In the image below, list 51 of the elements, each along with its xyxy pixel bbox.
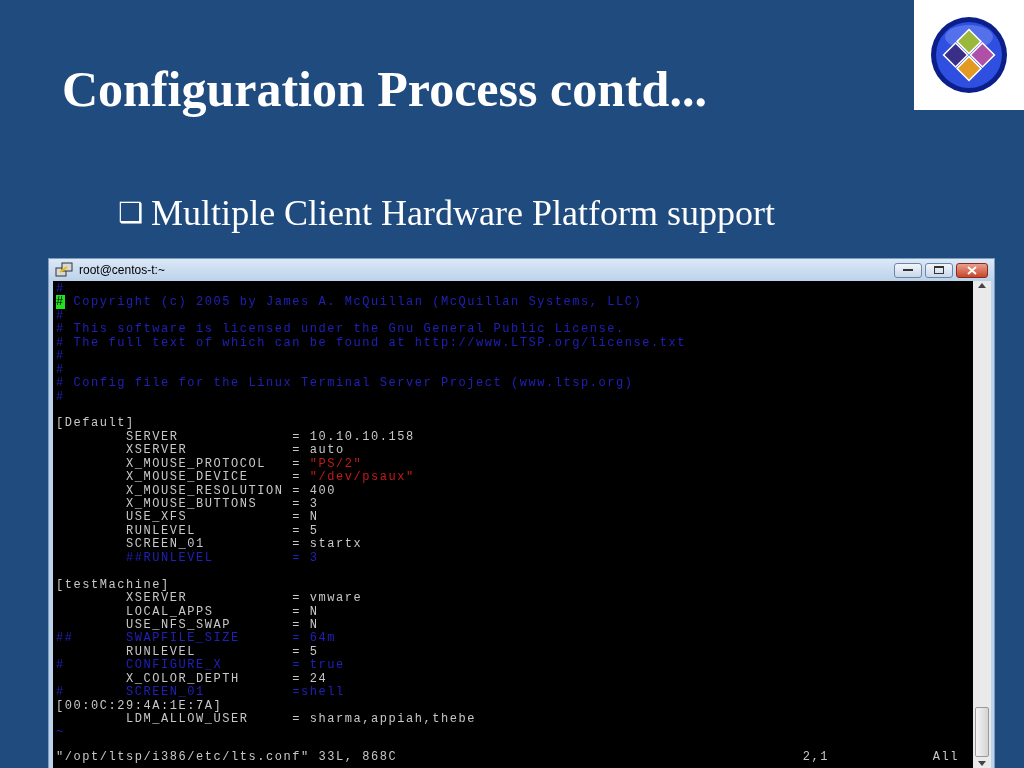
logo-icon	[929, 15, 1009, 95]
code-line: RUNLEVEL = 5	[125, 645, 320, 659]
code-line: #	[56, 309, 66, 323]
code-line: # CONFIGURE_X = true	[56, 659, 346, 673]
terminal-icon	[55, 262, 73, 278]
code-line: ## SWAPFILE_SIZE = 64m	[56, 632, 338, 646]
code-line: # The full text of which can be found at http://www.LTSP.org/license.txt	[56, 336, 688, 350]
close-button[interactable]	[956, 262, 988, 278]
code-line: #	[56, 283, 66, 296]
code-line: #	[56, 363, 66, 377]
code-line: [Default]	[56, 417, 136, 431]
window-title: root@centos-t:~	[79, 262, 165, 279]
code-line: X_MOUSE_PROTOCOL = "PS/2"	[125, 457, 364, 471]
code-line: RUNLEVEL = 5	[125, 524, 320, 538]
scroll-thumb[interactable]	[975, 707, 989, 757]
code-line: [testMachine]	[56, 578, 171, 592]
minimize-button[interactable]	[894, 262, 922, 278]
code-line: XSERVER = auto	[125, 444, 346, 458]
code-line: # Config file for the Linux Terminal Server Project (www.ltsp.org)	[56, 377, 635, 391]
code-line: USE_NFS_SWAP = N	[125, 618, 320, 632]
maximize-button[interactable]	[925, 262, 953, 278]
code-line: LOCAL_APPS = N	[125, 605, 320, 619]
code-line: # Copyright (c) 2005 by James A. McQuillan (McQuillan Systems, LLC)	[56, 296, 644, 310]
code-line: ##RUNLEVEL = 3	[125, 551, 320, 566]
code-line: LDM_ALLOW_USER = sharma,appiah,thebe	[125, 713, 478, 727]
slide-title: Configuration Process contd...	[62, 62, 707, 117]
code-line: #	[56, 390, 66, 404]
code-line: USE_XFS = N	[125, 511, 320, 525]
code-line: X_MOUSE_RESOLUTION = 400	[125, 484, 338, 498]
code-line: [00:0C:29:4A:1E:7A]	[56, 699, 224, 713]
code-line: ~	[56, 726, 66, 740]
code-line: # SCREEN_01 =shell	[56, 686, 346, 700]
cursor-position: 2,1	[802, 750, 830, 764]
scrollbar[interactable]	[973, 281, 991, 768]
code-line: # This software is licensed under the Gnu General Public License.	[56, 323, 626, 337]
scroll-position: All	[932, 750, 959, 764]
close-icon	[967, 265, 977, 275]
minimize-icon	[903, 268, 913, 272]
bullet-text: Multiple Client Hardware Platform support	[151, 192, 775, 235]
code-line: X_COLOR_DEPTH = 24	[125, 672, 329, 686]
scroll-up-icon[interactable]	[978, 283, 986, 288]
code-line: X_MOUSE_BUTTONS = 3	[125, 498, 320, 511]
status-message: "/opt/ltsp/i386/etc/lts.conf" 33L, 868C	[56, 750, 398, 764]
bullet-marker: ❑	[118, 195, 144, 231]
code-line: SCREEN_01 = startx	[125, 538, 364, 552]
code-line: X_MOUSE_DEVICE = "/dev/psaux"	[125, 471, 416, 485]
code-line: #	[56, 350, 66, 364]
code-line: XSERVER = vmware	[125, 592, 364, 606]
scroll-down-icon[interactable]	[978, 761, 986, 766]
code-line: SERVER = 10.10.10.158	[125, 430, 416, 444]
maximize-icon	[934, 266, 944, 274]
